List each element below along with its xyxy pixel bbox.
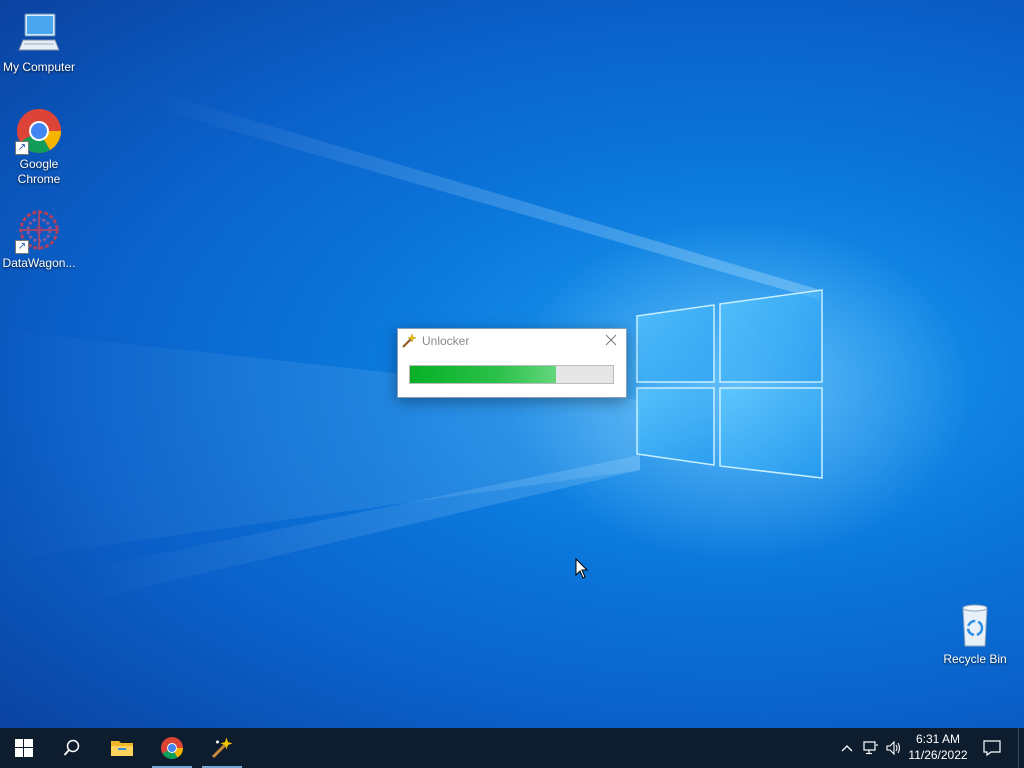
chevron-up-icon bbox=[841, 745, 853, 752]
show-hidden-icons-button[interactable] bbox=[836, 728, 858, 768]
recycle-bin-icon bbox=[951, 602, 999, 650]
search-button[interactable] bbox=[48, 728, 96, 768]
chrome-taskbar-button[interactable] bbox=[148, 728, 196, 768]
desktop-icon-google-chrome[interactable]: ↗ Google Chrome bbox=[0, 107, 78, 187]
progress-bar bbox=[409, 365, 614, 384]
notification-icon bbox=[983, 740, 1001, 756]
notification-center-button[interactable] bbox=[978, 728, 1006, 768]
magic-wand-icon bbox=[401, 333, 417, 349]
windows-wallpaper-logo bbox=[636, 289, 823, 479]
desktop: My Computer ↗ Google Chrome ↗ DataWagon.… bbox=[0, 0, 1024, 728]
windows-logo-icon bbox=[15, 739, 33, 757]
network-icon bbox=[863, 741, 878, 755]
folder-icon bbox=[111, 741, 133, 756]
clock-time: 6:31 AM bbox=[915, 732, 961, 746]
desktop-icon-label: DataWagon... bbox=[2, 256, 76, 270]
unlocker-taskbar-button[interactable] bbox=[198, 728, 246, 768]
taskbar-clock[interactable]: 6:31 AM 11/26/2022 bbox=[902, 731, 974, 763]
progress-bar-fill bbox=[410, 366, 557, 383]
shortcut-arrow-icon: ↗ bbox=[15, 240, 29, 254]
taskbar: 6:31 AM 11/26/2022 bbox=[0, 728, 1024, 768]
computer-icon bbox=[15, 10, 63, 58]
desktop-icon-datawagon[interactable]: ↗ DataWagon... bbox=[0, 206, 78, 271]
chrome-icon: ↗ bbox=[15, 107, 63, 155]
close-icon bbox=[605, 334, 617, 346]
magic-wand-icon bbox=[211, 737, 233, 759]
network-button[interactable] bbox=[859, 728, 883, 768]
dialog-title: Unlocker bbox=[422, 334, 470, 348]
desktop-icon-label: Recycle Bin bbox=[943, 652, 1007, 666]
search-icon bbox=[63, 739, 80, 756]
desktop-icon-recycle-bin[interactable]: Recycle Bin bbox=[936, 602, 1014, 667]
show-desktop-button[interactable] bbox=[1018, 728, 1024, 768]
datawagon-icon: ↗ bbox=[15, 206, 63, 254]
clock-date: 11/26/2022 bbox=[908, 748, 968, 762]
chrome-icon bbox=[161, 737, 183, 759]
mouse-cursor-icon bbox=[575, 558, 589, 579]
dialog-titlebar[interactable]: Unlocker bbox=[398, 329, 626, 353]
start-button[interactable] bbox=[0, 728, 48, 768]
desktop-icon-my-computer[interactable]: My Computer bbox=[0, 10, 78, 75]
desktop-icon-label: My Computer bbox=[2, 60, 76, 74]
desktop-icon-label: Google Chrome bbox=[17, 157, 61, 186]
file-explorer-button[interactable] bbox=[98, 728, 146, 768]
unlocker-dialog: Unlocker bbox=[397, 328, 627, 398]
speaker-icon bbox=[886, 741, 901, 755]
shortcut-arrow-icon: ↗ bbox=[15, 141, 29, 155]
close-button[interactable] bbox=[602, 332, 620, 350]
